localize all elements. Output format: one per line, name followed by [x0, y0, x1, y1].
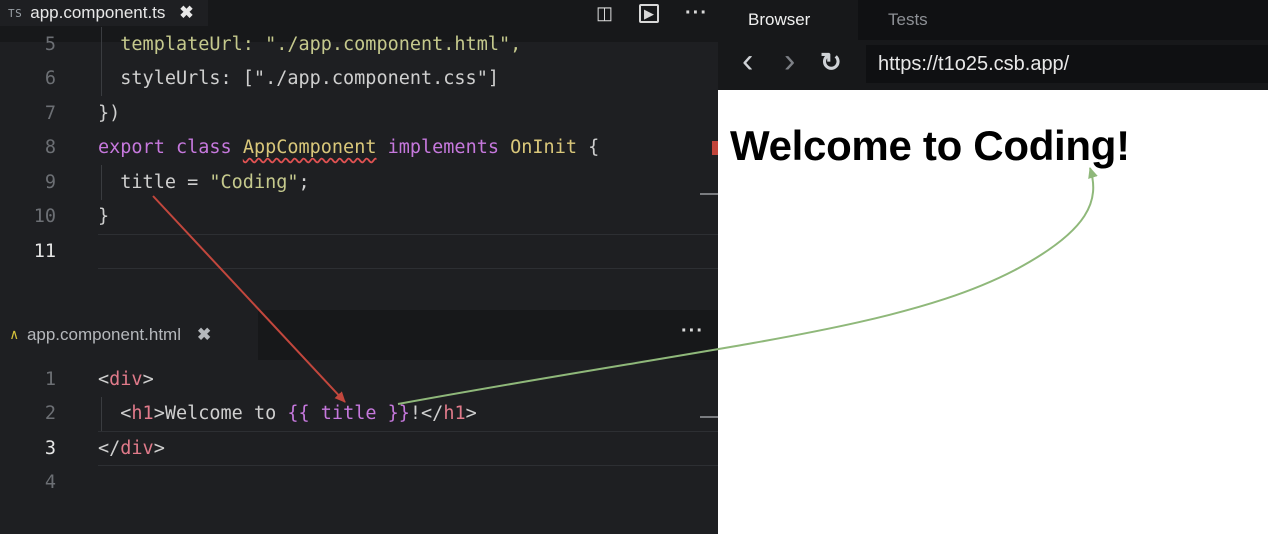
editor-actions-bottom: ···	[655, 318, 704, 344]
code-line: 4	[0, 466, 718, 501]
line-number: 11	[33, 240, 56, 262]
close-icon[interactable]: ✖	[179, 3, 193, 23]
line-number: 4	[44, 472, 56, 494]
code-line: 5 templateUrl: "./app.component.html",	[0, 27, 718, 62]
close-icon[interactable]: ✖	[197, 325, 211, 345]
more-actions-icon[interactable]: ···	[685, 3, 708, 23]
browser-nav-bar: ‹ › ↻ https://t1o25.csb.app/	[718, 40, 1268, 90]
code-editor: TS app.component.ts ✖ ◫ ▶ ··· 5 template…	[0, 0, 718, 534]
line-number: 1	[44, 368, 56, 390]
line-number: 2	[44, 403, 56, 425]
split-editor-icon[interactable]: ◫	[596, 4, 613, 22]
line-number: 8	[44, 137, 56, 159]
line-number: 5	[44, 33, 56, 55]
editor-actions-top: ◫ ▶ ···	[570, 0, 708, 26]
code-text: styleUrls: ["./app.component.css"]	[98, 68, 499, 90]
code-line: 9 title = "Coding";	[0, 165, 718, 200]
scroll-indicator	[700, 415, 718, 418]
code-text: }	[98, 206, 110, 228]
code-line-current: 3 </div>	[0, 431, 718, 466]
code-text: <h1>Welcome to {{ title }}!</h1>	[120, 403, 477, 425]
tab-app-component-html[interactable]: ∧ app.component.html ✖	[0, 310, 258, 360]
preview-tab-bar: Browser Tests	[718, 0, 1268, 40]
browser-viewport: Welcome to Coding!	[718, 90, 1268, 534]
page-heading: Welcome to Coding!	[730, 122, 1130, 169]
code-line: 7 })	[0, 96, 718, 131]
tab-label: app.component.ts	[30, 3, 166, 22]
line-number: 6	[44, 68, 56, 90]
code-text: </div>	[98, 437, 165, 459]
code-line-interpolation: 2 <h1>Welcome to {{ title }}!</h1>	[0, 396, 718, 431]
code-line: 1 <div>	[0, 362, 718, 397]
current-line-highlight	[98, 431, 718, 466]
code-text: export class AppComponent implements OnI…	[98, 137, 600, 159]
code-line: 10 }	[0, 200, 718, 235]
angular-file-icon: ∧	[10, 327, 19, 343]
tab-label: app.component.html	[26, 325, 181, 344]
typescript-file-icon: TS	[8, 6, 23, 20]
open-preview-icon[interactable]: ▶	[639, 3, 660, 23]
browser-preview-panel: Browser Tests ‹ › ↻ https://t1o25.csb.ap…	[718, 0, 1268, 534]
code-line-class-declaration: 8 export class AppComponent implements O…	[0, 131, 718, 166]
tab-tests[interactable]: Tests	[888, 0, 928, 40]
forward-icon[interactable]: ›	[784, 44, 795, 78]
line-number: 7	[44, 102, 56, 124]
code-pane-ts[interactable]: 5 templateUrl: "./app.component.html", 6…	[0, 27, 718, 269]
code-text: title = "Coding";	[98, 171, 310, 193]
tab-browser[interactable]: Browser	[718, 0, 858, 40]
code-text: templateUrl: "./app.component.html",	[98, 33, 522, 55]
code-text: <div>	[98, 368, 154, 390]
more-actions-icon[interactable]: ···	[681, 321, 704, 341]
code-line: 6 styleUrls: ["./app.component.css"]	[0, 61, 718, 96]
back-icon[interactable]: ‹	[742, 44, 753, 78]
code-pane-html[interactable]: 1 <div> 2 <h1>Welcome to {{ title }}!</h…	[0, 362, 718, 500]
address-bar[interactable]: https://t1o25.csb.app/	[866, 45, 1268, 83]
line-number: 9	[44, 171, 56, 193]
tab-app-component-ts[interactable]: TS app.component.ts ✖	[0, 0, 208, 26]
current-line-highlight	[98, 234, 718, 269]
code-text: })	[98, 102, 121, 124]
reload-icon[interactable]: ↻	[820, 49, 842, 75]
scroll-indicator	[700, 193, 718, 195]
editor-tab-bar-bottom: ∧ app.component.html ✖ ···	[0, 310, 718, 360]
line-number: 10	[33, 206, 56, 228]
code-line-current: 11	[0, 234, 718, 269]
line-number: 3	[44, 437, 56, 459]
